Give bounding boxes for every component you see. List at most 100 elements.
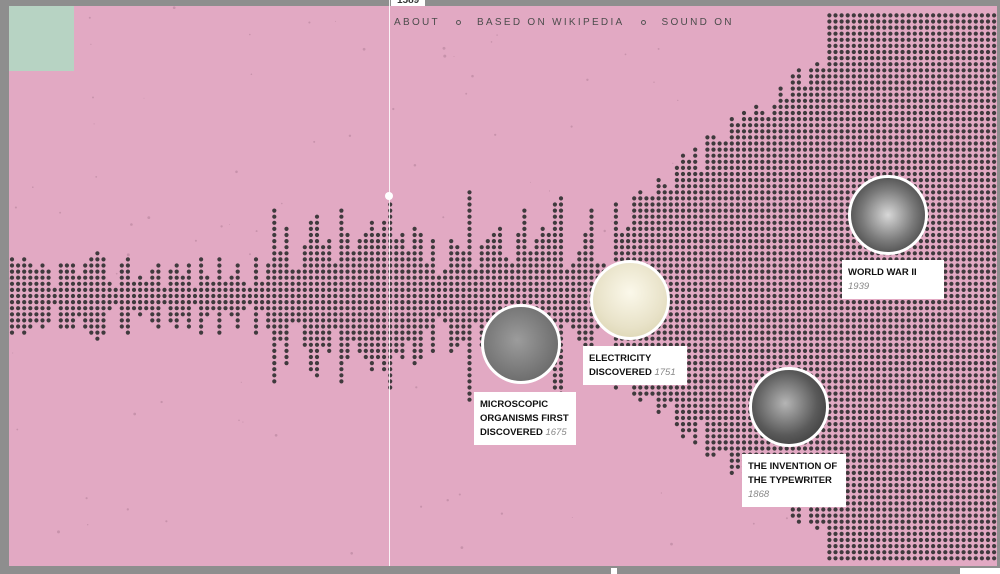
density-dot <box>876 348 881 353</box>
density-dot <box>821 275 826 280</box>
density-dot <box>345 287 350 292</box>
density-dot <box>839 56 844 61</box>
density-dot <box>741 239 747 244</box>
density-dot <box>290 287 295 292</box>
density-dot <box>174 263 179 268</box>
density-dot <box>845 556 850 561</box>
density-dot <box>748 342 753 347</box>
density-dot <box>705 440 710 445</box>
density-dot <box>772 226 777 231</box>
density-dot <box>845 531 850 537</box>
density-dot <box>882 129 887 134</box>
density-dot <box>705 312 710 317</box>
density-dot <box>876 544 881 549</box>
density-dot <box>912 544 917 549</box>
density-dot <box>894 373 899 378</box>
density-dot <box>528 257 533 262</box>
density-dot <box>778 251 783 256</box>
density-dot <box>827 354 832 360</box>
density-dot <box>876 397 881 402</box>
density-dot <box>741 324 747 329</box>
density-dot <box>833 507 838 512</box>
density-dot <box>717 245 722 250</box>
density-dot <box>168 300 173 305</box>
density-dot <box>687 373 692 378</box>
density-dot <box>412 354 417 360</box>
density-dot <box>687 184 692 189</box>
density-dot <box>815 312 820 317</box>
density-dot <box>876 330 881 335</box>
density-dot <box>650 257 655 262</box>
density-dot <box>924 440 930 445</box>
density-dot <box>870 495 875 500</box>
density-dot <box>802 232 808 238</box>
density-dot <box>467 251 472 256</box>
density-dot <box>802 281 808 286</box>
density-dot <box>906 129 911 134</box>
density-dot <box>821 165 826 170</box>
density-dot <box>754 361 759 366</box>
density-dot <box>784 330 789 335</box>
density-dot <box>918 446 924 451</box>
density-dot <box>924 190 930 195</box>
density-dot <box>729 245 734 250</box>
density-dot <box>839 354 844 360</box>
density-dot <box>723 330 728 335</box>
density-dot <box>784 293 789 299</box>
density-dot <box>888 336 893 341</box>
density-dot <box>662 330 667 335</box>
density-dot <box>583 287 588 292</box>
density-dot <box>790 129 795 134</box>
density-dot <box>882 415 887 421</box>
density-dot <box>729 293 734 299</box>
density-dot <box>735 202 741 207</box>
density-dot <box>217 306 222 311</box>
density-dot <box>711 263 716 268</box>
density-dot <box>912 324 917 329</box>
density-dot <box>760 275 765 280</box>
density-dot <box>711 422 716 427</box>
density-dot <box>833 415 838 421</box>
density-dot <box>888 544 893 549</box>
density-dot <box>863 318 869 323</box>
density-dot <box>461 330 466 335</box>
density-dot <box>931 385 936 390</box>
density-dot <box>772 281 777 286</box>
density-dot <box>284 354 289 360</box>
density-dot <box>680 208 686 213</box>
density-dot <box>546 239 551 244</box>
density-dot <box>790 74 795 79</box>
density-dot <box>339 348 344 353</box>
density-dot <box>894 19 899 24</box>
density-dot <box>735 239 741 244</box>
density-dot <box>809 68 814 73</box>
density-dot <box>790 135 795 140</box>
density-dot <box>260 281 265 286</box>
density-dot <box>876 117 881 122</box>
density-dot <box>674 397 680 402</box>
density-dot <box>101 269 106 274</box>
density-dot <box>455 293 460 299</box>
density-dot <box>577 306 582 311</box>
density-dot <box>9 293 15 299</box>
density-dot <box>583 239 588 244</box>
density-dot <box>418 336 423 341</box>
density-dot <box>192 300 198 305</box>
density-dot <box>638 232 643 238</box>
density-dot <box>186 287 191 292</box>
density-dot <box>156 324 161 329</box>
density-dot <box>394 330 399 335</box>
density-dot <box>705 330 710 335</box>
density-dot <box>839 135 844 140</box>
density-dot <box>314 348 320 353</box>
density-dot <box>711 196 716 201</box>
density-dot <box>430 275 435 280</box>
density-dot <box>241 300 246 305</box>
density-dot <box>717 190 722 195</box>
density-dot <box>924 312 930 317</box>
density-dot <box>863 171 869 177</box>
density-dot <box>125 281 130 286</box>
density-dot <box>809 239 814 244</box>
density-dot <box>815 110 820 116</box>
density-dot <box>863 489 869 494</box>
